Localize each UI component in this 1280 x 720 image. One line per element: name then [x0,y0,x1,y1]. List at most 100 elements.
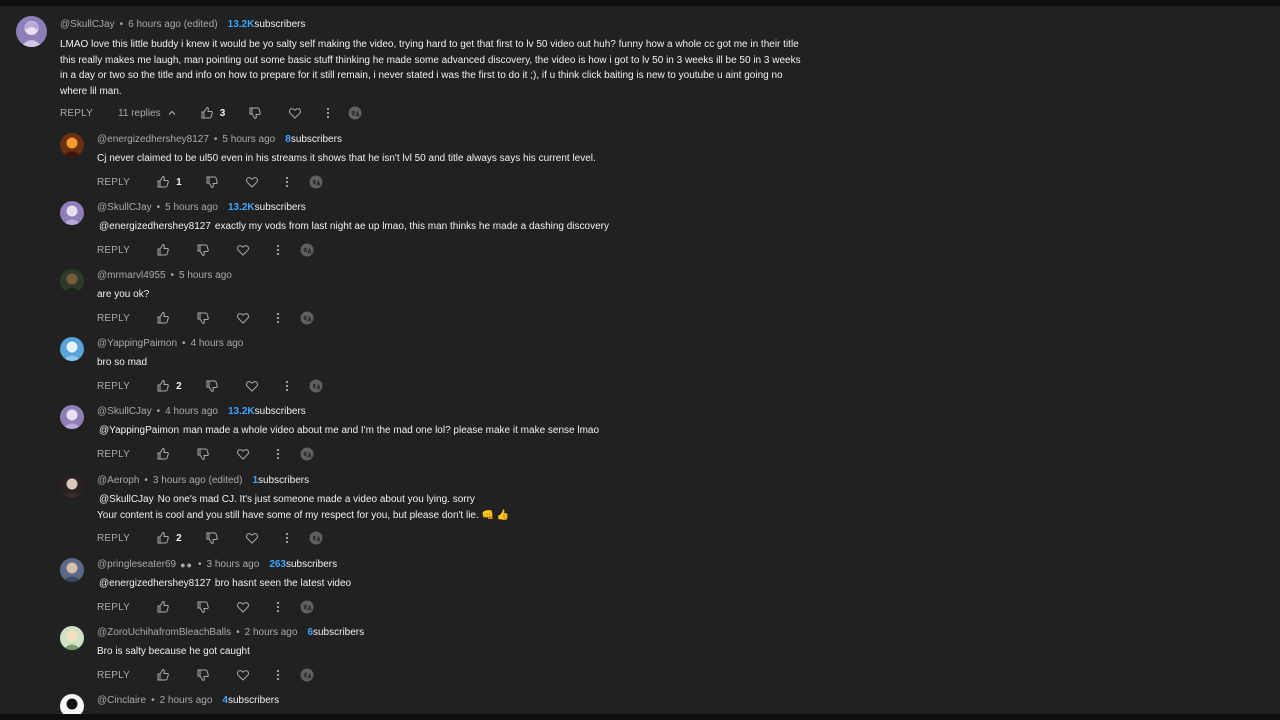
author-name[interactable]: @SkullCJay [97,406,152,417]
dislike-icon[interactable] [205,379,219,393]
comment-time[interactable]: 2 hours ago [245,627,298,638]
dislike-icon[interactable] [196,311,210,325]
comment-time[interactable]: 3 hours ago [206,559,259,570]
more-icon[interactable] [285,532,289,544]
more-icon[interactable] [276,312,280,324]
heart-icon[interactable] [245,531,259,545]
heart-icon[interactable] [288,106,302,120]
translate-icon[interactable] [300,311,314,325]
comment-actions: REPLY 11 replies 3 [60,106,362,120]
separator-dot: • [170,270,175,281]
separator-dot: • [144,475,148,486]
comment-body: bro hasnt seen the latest video [214,578,352,589]
comment-time[interactable]: 5 hours ago [222,134,275,145]
like-icon[interactable] [200,106,214,120]
comment-time[interactable]: 2 hours ago [160,695,213,706]
comment-meta: @pringleseater69 ●● • 3 hours ago 263subscri… [97,559,337,570]
comment-time[interactable]: 5 hours ago [179,270,232,281]
more-icon[interactable] [276,244,280,256]
translate-icon[interactable] [300,447,314,461]
heart-icon[interactable] [245,175,259,189]
mention-link[interactable]: @SkullCJay [99,494,154,505]
mention-link[interactable]: @energizedhershey8127 [99,578,211,589]
subscriber-label: subscribers [313,627,365,638]
dislike-icon[interactable] [196,243,210,257]
translate-icon[interactable] [300,668,314,682]
heart-icon[interactable] [236,600,250,614]
dislike-icon[interactable] [248,106,262,120]
reply-button[interactable]: REPLY [97,245,130,256]
comment-time[interactable]: 4 hours ago [165,406,218,417]
more-icon[interactable] [276,601,280,613]
translate-icon[interactable] [300,600,314,614]
dislike-icon[interactable] [196,668,210,682]
more-icon[interactable] [326,107,330,119]
avatar[interactable] [60,558,84,582]
comment-time[interactable]: 6 hours ago (edited) [128,19,218,30]
avatar[interactable] [60,474,84,498]
reply-button[interactable]: REPLY [97,381,130,392]
like-icon[interactable] [156,379,170,393]
comment-actions: REPLY 1 [97,175,323,189]
more-icon[interactable] [285,176,289,188]
avatar[interactable] [16,16,47,47]
more-icon[interactable] [276,669,280,681]
author-name[interactable]: @Cinclaire [97,695,146,706]
separator-dot: • [213,134,218,145]
reply-button[interactable]: REPLY [97,533,130,544]
replies-toggle[interactable]: 11 replies [118,108,161,119]
reply-button[interactable]: REPLY [97,670,130,681]
author-name[interactable]: @Aeroph [97,475,139,486]
translate-icon[interactable] [309,379,323,393]
translate-icon[interactable] [300,243,314,257]
author-name[interactable]: @ZoroUchihafromBleachBalls [97,627,231,638]
dislike-icon[interactable] [196,447,210,461]
subscriber-count: 263subscribers [269,559,337,570]
like-icon[interactable] [156,600,170,614]
more-icon[interactable] [285,380,289,392]
author-name[interactable]: @pringleseater69 [97,559,176,570]
author-name[interactable]: @SkullCJay [97,202,152,213]
avatar[interactable] [60,337,84,361]
reply-button[interactable]: REPLY [97,449,130,460]
separator-dot: • [156,406,161,417]
like-icon[interactable] [156,531,170,545]
heart-icon[interactable] [245,379,259,393]
like-icon[interactable] [156,243,170,257]
avatar[interactable] [60,405,84,429]
reply-button[interactable]: REPLY [97,313,130,324]
avatar[interactable] [60,201,84,225]
heart-icon[interactable] [236,447,250,461]
dislike-icon[interactable] [205,531,219,545]
author-name[interactable]: @SkullCJay [60,19,115,30]
heart-icon[interactable] [236,311,250,325]
like-icon[interactable] [156,311,170,325]
avatar[interactable] [60,269,84,293]
separator-dot: • [182,338,186,349]
heart-icon[interactable] [236,668,250,682]
reply-button[interactable]: REPLY [97,602,130,613]
translate-icon[interactable] [309,175,323,189]
dislike-icon[interactable] [196,600,210,614]
like-icon[interactable] [156,175,170,189]
like-icon[interactable] [156,668,170,682]
mention-link[interactable]: @energizedhershey8127 [99,221,211,232]
chevron-up-icon[interactable] [167,108,177,118]
comment-time[interactable]: 4 hours ago [191,338,244,349]
reply-button[interactable]: REPLY [97,177,130,188]
translate-icon[interactable] [348,106,362,120]
author-name[interactable]: @YappingPaimon [97,338,177,349]
author-name[interactable]: @energizedhershey8127 [97,134,209,145]
heart-icon[interactable] [236,243,250,257]
comment-time[interactable]: 3 hours ago (edited) [153,475,243,486]
author-name[interactable]: @mrmarvl4955 [97,270,166,281]
reply-button[interactable]: REPLY [60,108,93,119]
avatar[interactable] [60,626,84,650]
more-icon[interactable] [276,448,280,460]
avatar[interactable] [60,133,84,157]
dislike-icon[interactable] [205,175,219,189]
mention-link[interactable]: @YappingPaimon [99,425,179,436]
comment-time[interactable]: 5 hours ago [165,202,218,213]
translate-icon[interactable] [309,531,323,545]
like-icon[interactable] [156,447,170,461]
